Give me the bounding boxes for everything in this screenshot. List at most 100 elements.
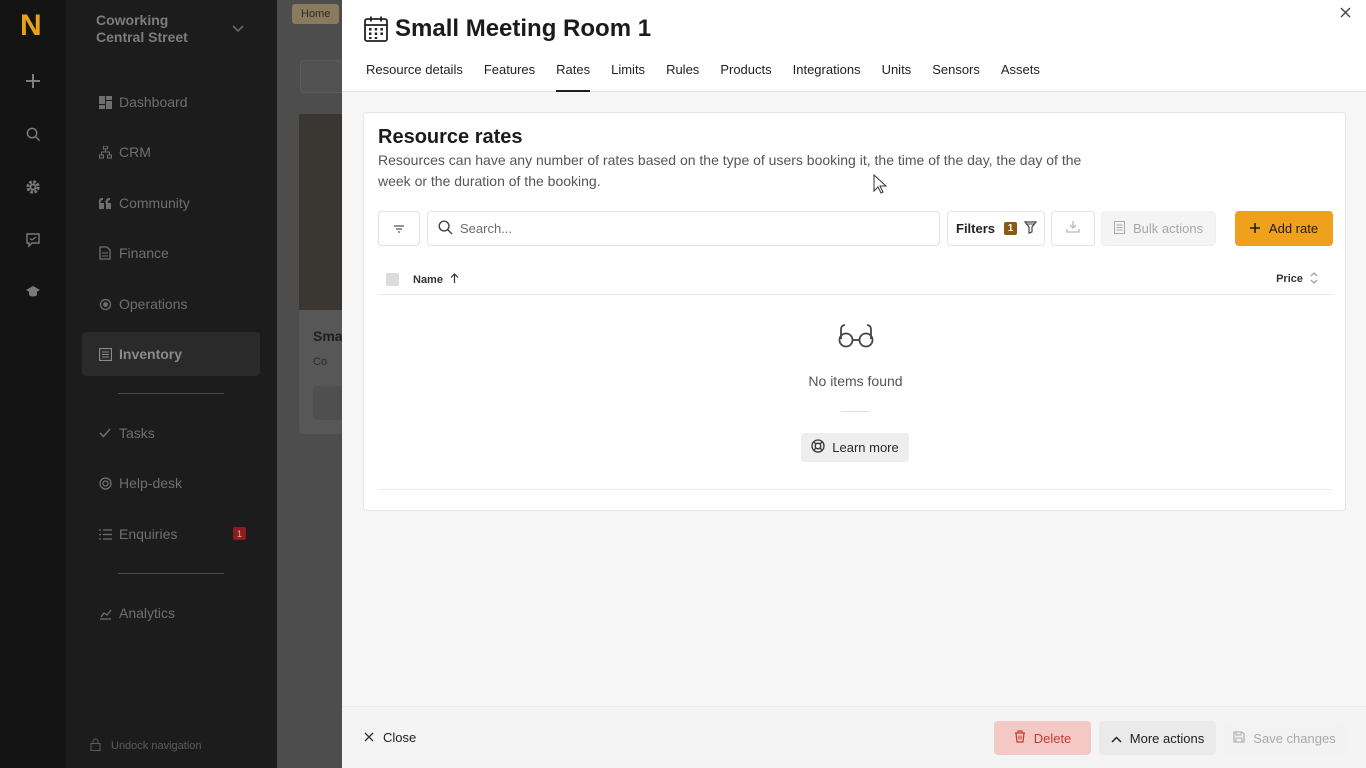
list-icon [98, 527, 112, 541]
sidebar-divider [118, 393, 224, 394]
select-all-checkbox[interactable] [386, 273, 399, 286]
save-changes-button[interactable]: Save changes [1224, 721, 1345, 755]
calendar-icon [364, 16, 388, 47]
inventory-list-icon [98, 347, 112, 361]
search-icon [438, 220, 453, 238]
undock-label: Undock navigation [111, 740, 202, 752]
more-actions-label: More actions [1129, 730, 1205, 746]
lifebuoy-icon [811, 439, 825, 456]
sidebar-item-community[interactable]: Community [82, 181, 260, 225]
background-resource-card: Sma Co [299, 114, 342, 434]
search-icon[interactable] [22, 123, 44, 145]
tab-integrations[interactable]: Integrations [793, 62, 861, 92]
sidebar-item-crm[interactable]: CRM [82, 130, 260, 174]
sidebar-item-label: Help-desk [119, 475, 183, 491]
empty-state-text: No items found [808, 373, 903, 389]
add-icon[interactable] [22, 70, 44, 92]
sidebar-item-finance[interactable]: Finance [82, 231, 260, 275]
section-description: Resources can have any number of rates b… [378, 152, 1082, 189]
lifebuoy-icon [98, 476, 112, 490]
document-icon [98, 246, 112, 260]
delete-button[interactable]: Delete [994, 721, 1091, 755]
tab-products[interactable]: Products [720, 62, 771, 92]
notification-badge: 1 [233, 527, 246, 540]
search-input[interactable] [460, 221, 910, 236]
academy-cap-icon[interactable] [22, 281, 44, 303]
search-box[interactable] [427, 211, 940, 246]
chevron-down-icon[interactable] [232, 20, 244, 38]
sidebar-item-label: Tasks [119, 425, 155, 441]
add-rate-button[interactable]: Add rate [1235, 211, 1333, 246]
funnel-icon [1023, 220, 1038, 237]
add-rate-label: Add rate [1268, 221, 1319, 236]
chart-icon [98, 606, 112, 620]
filter-lines-icon [394, 220, 404, 238]
icon-rail: N [0, 0, 66, 768]
card-button [313, 386, 342, 420]
tab-units[interactable]: Units [882, 62, 912, 92]
close-icon[interactable] [1340, 5, 1354, 19]
modal-footer: Close Delete More actions Save changes [342, 706, 1366, 768]
card-location: Co [313, 356, 328, 368]
sidebar-item-enquiries[interactable]: Enquiries 1 [82, 512, 260, 556]
workspace-name[interactable]: Coworking Central Street [96, 12, 216, 46]
close-button[interactable]: Close [364, 730, 416, 745]
mouse-cursor-icon [873, 173, 888, 199]
tab-limits[interactable]: Limits [611, 62, 645, 92]
sidebar-item-inventory[interactable]: Inventory [82, 332, 260, 376]
filters-count-badge: 1 [1004, 222, 1018, 235]
bulk-list-icon [1114, 220, 1125, 237]
more-actions-button[interactable]: More actions [1099, 721, 1216, 755]
section-title: Resource rates [378, 126, 523, 148]
bulk-actions-button[interactable]: Bulk actions [1101, 211, 1216, 246]
tab-rates[interactable]: Rates [556, 62, 590, 92]
checkmark-icon [98, 426, 112, 440]
lock-icon [90, 738, 101, 754]
sort-ascending-icon [450, 273, 459, 286]
sidebar-item-dashboard[interactable]: Dashboard [82, 80, 260, 124]
learn-more-label: Learn more [832, 440, 899, 455]
sidebar-item-label: Community [119, 195, 190, 211]
glasses-icon [364, 323, 1347, 354]
sidebar-item-label: Inventory [119, 346, 183, 362]
column-header-name[interactable]: Name [413, 273, 459, 286]
chip-icon [98, 297, 112, 311]
settings-gear-icon[interactable] [22, 176, 44, 198]
column-name-label: Name [413, 274, 443, 286]
background-filter-button [300, 60, 342, 93]
table-header: Name Price [378, 263, 1333, 295]
undock-navigation-button[interactable]: Undock navigation [90, 738, 202, 754]
sidebar-item-tasks[interactable]: Tasks [82, 411, 260, 455]
sidebar-item-label: CRM [119, 144, 151, 160]
tab-assets[interactable]: Assets [1001, 62, 1040, 92]
sidebar-item-analytics[interactable]: Analytics [82, 591, 260, 635]
modal-header: Small Meeting Room 1 Resource details Fe… [342, 0, 1366, 92]
filters-button[interactable]: Filters 1 [947, 211, 1045, 246]
org-chart-icon [98, 145, 112, 159]
bulk-actions-label: Bulk actions [1133, 221, 1204, 236]
delete-label: Delete [1033, 730, 1072, 746]
sidebar-item-operations[interactable]: Operations [82, 282, 260, 326]
sort-both-icon[interactable] [1310, 272, 1318, 287]
close-label: Close [383, 730, 417, 745]
modal-tabs: Resource details Features Rates Limits R… [366, 62, 1061, 92]
chat-icon[interactable] [22, 229, 44, 251]
sidebar-item-help-desk[interactable]: Help-desk [82, 461, 260, 505]
trash-icon [1014, 730, 1026, 746]
breadcrumb-home[interactable]: Home [292, 4, 340, 24]
download-button[interactable] [1051, 211, 1095, 246]
sidebar-item-label: Enquiries [119, 526, 178, 542]
close-icon [364, 730, 374, 745]
sidebar-item-label: Dashboard [119, 94, 188, 110]
filter-toggle-button[interactable] [378, 211, 420, 246]
tab-resource-details[interactable]: Resource details [366, 62, 463, 92]
column-header-price[interactable]: Price [1276, 273, 1303, 285]
tab-features[interactable]: Features [484, 62, 535, 92]
tab-sensors[interactable]: Sensors [932, 62, 980, 92]
tab-rules[interactable]: Rules [666, 62, 699, 92]
background-page: Home Sma Co [277, 0, 342, 768]
learn-more-button[interactable]: Learn more [801, 433, 909, 462]
resource-rates-panel: Resource rates Resources can have any nu… [363, 112, 1346, 511]
dashboard-icon [98, 95, 112, 109]
app-logo[interactable]: N [20, 9, 42, 43]
